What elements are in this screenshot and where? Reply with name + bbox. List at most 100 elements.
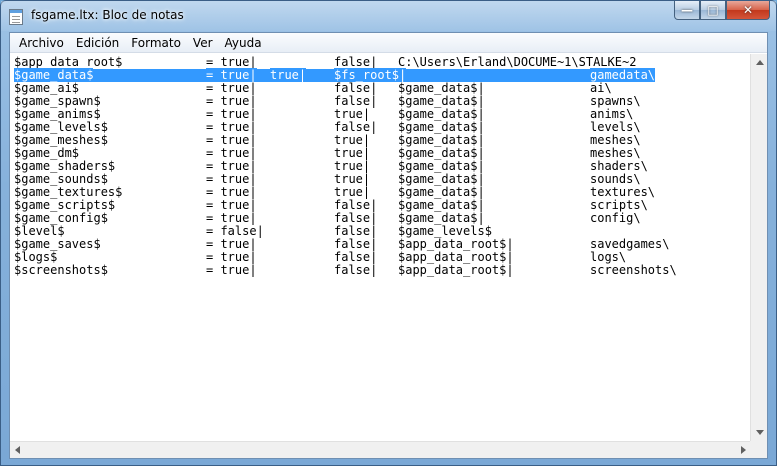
- text-value: false|: [334, 55, 378, 69]
- text-cell: = true|: [206, 264, 257, 277]
- text-value: $game_scripts$: [14, 198, 116, 212]
- menu-formato[interactable]: Formato: [125, 33, 187, 53]
- text-cell: $fs_root$|: [334, 68, 407, 82]
- text-value: spawns\: [590, 94, 641, 108]
- menu-bar: Archivo Edición Formato Ver Ayuda: [10, 33, 767, 53]
- close-icon: ✕: [742, 3, 754, 17]
- text-value: false|: [334, 81, 378, 95]
- text-line[interactable]: $screenshots$ = true| false| $app_data_root…: [14, 264, 744, 277]
- text-value: $game_data$|: [398, 185, 485, 199]
- maximize-icon: □: [707, 3, 719, 17]
- selection-highlight: [14, 69, 600, 82]
- text-value: scripts\: [590, 198, 648, 212]
- text-value: $game_data$|: [398, 133, 485, 147]
- text-line[interactable]: $game_config$ = true| false| $game_data$| co…: [14, 212, 744, 225]
- vertical-scrollbar[interactable]: [750, 54, 767, 441]
- text-value: = true|: [206, 94, 257, 108]
- text-cell: screenshots\: [590, 264, 677, 277]
- text-value: $game_sounds$: [14, 172, 108, 186]
- text-value: config\: [590, 211, 641, 225]
- text-value: false|: [334, 263, 378, 277]
- text-value: = true|: [206, 198, 257, 212]
- text-value: = true|: [206, 172, 257, 186]
- text-cell: $app_data_root$|: [398, 264, 514, 277]
- text-value: true|: [334, 159, 371, 173]
- text-value: logs\: [590, 250, 627, 264]
- text-editor[interactable]: $app_data_root$ = true| false| C:\Users\Erl…: [10, 54, 751, 438]
- text-value: $app_data_root$|: [398, 237, 514, 251]
- text-value: $game_levels$: [14, 120, 108, 134]
- text-value: = true|: [206, 159, 257, 173]
- scroll-up-icon[interactable]: [756, 60, 764, 65]
- text-cell: $game_data$: [14, 68, 94, 82]
- menu-edicion[interactable]: Edición: [70, 33, 125, 53]
- menu-ayuda[interactable]: Ayuda: [219, 33, 268, 53]
- text-value: true|: [334, 107, 371, 121]
- text-line[interactable]: $game_saves$ = true| false| $app_data_root$…: [14, 238, 744, 251]
- text-value: false|: [334, 237, 378, 251]
- menu-ver[interactable]: Ver: [187, 33, 219, 53]
- text-value: meshes\: [590, 133, 641, 147]
- minimize-icon: —: [681, 3, 693, 17]
- text-value: gamedata\: [590, 68, 656, 82]
- text-value: $game_data$|: [398, 198, 485, 212]
- text-value: $game_data$|: [398, 107, 485, 121]
- text-value: $game_textures$: [14, 185, 123, 199]
- text-value: = true|: [206, 55, 257, 69]
- text-value: screenshots\: [590, 263, 677, 277]
- text-value: anims\: [590, 107, 634, 121]
- window-title: fsgame.ltx: Bloc de notas: [31, 8, 184, 22]
- text-value: $logs$: [14, 250, 58, 264]
- text-value: = true|: [206, 185, 257, 199]
- minimize-button[interactable]: —: [674, 1, 700, 20]
- text-value: = true|: [206, 250, 257, 264]
- scroll-down-icon[interactable]: [756, 430, 764, 435]
- close-button[interactable]: ✕: [726, 1, 770, 20]
- text-value: = true|: [206, 68, 257, 82]
- text-cell: true|: [270, 68, 307, 82]
- text-value: = true|: [206, 81, 257, 95]
- text-value: $app_data_root$|: [398, 263, 514, 277]
- text-value: $game_saves$: [14, 237, 101, 251]
- text-value: $game_data$|: [398, 172, 485, 186]
- text-value: = true|: [206, 263, 257, 277]
- menu-archivo[interactable]: Archivo: [13, 33, 70, 53]
- text-value: $game_shaders$: [14, 159, 116, 173]
- text-value: textures\: [590, 185, 656, 199]
- text-value: $game_data$|: [398, 146, 485, 160]
- text-value: sounds\: [590, 172, 641, 186]
- title-bar[interactable]: fsgame.ltx: Bloc de notas — □ ✕: [1, 1, 776, 31]
- text-cell: = true|: [206, 68, 257, 82]
- scrollbar-corner: [750, 441, 767, 458]
- client-area: Archivo Edición Formato Ver Ayuda $app_d…: [9, 32, 768, 459]
- text-value: $game_data$|: [398, 159, 485, 173]
- text-value: shaders\: [590, 159, 648, 173]
- notepad-icon[interactable]: [9, 9, 23, 25]
- scroll-right-icon[interactable]: [741, 446, 746, 454]
- text-value: = true|: [206, 211, 257, 225]
- text-value: false|: [334, 211, 378, 225]
- text-value: $fs_root$|: [334, 68, 407, 82]
- text-value: $game_levels$: [398, 224, 492, 238]
- text-line[interactable]: $game_data$ = true| true| $fs_root$| gamedat…: [14, 68, 744, 82]
- text-value: $game_data$|: [398, 81, 485, 95]
- horizontal-scrollbar[interactable]: [10, 441, 751, 458]
- text-value: meshes\: [590, 146, 641, 160]
- text-value: $app_data_root$: [14, 55, 123, 69]
- text-value: levels\: [590, 120, 641, 134]
- text-value: = true|: [206, 107, 257, 121]
- text-line[interactable]: $game_spawn$ = true| false| $game_data$| spa…: [14, 95, 744, 108]
- maximize-button[interactable]: □: [700, 1, 726, 20]
- text-value: false|: [334, 224, 378, 238]
- text-value: $game_data$: [14, 68, 94, 82]
- text-value: $app_data_root$|: [398, 250, 514, 264]
- scroll-left-icon[interactable]: [15, 446, 20, 454]
- text-value: $level$: [14, 224, 65, 238]
- text-value: false|: [334, 250, 378, 264]
- text-value: $game_ai$: [14, 81, 80, 95]
- text-value: true|: [334, 172, 371, 186]
- text-value: $game_dm$: [14, 146, 80, 160]
- text-value: true|: [270, 68, 307, 82]
- text-value: $game_data$|: [398, 211, 485, 225]
- text-value: = true|: [206, 120, 257, 134]
